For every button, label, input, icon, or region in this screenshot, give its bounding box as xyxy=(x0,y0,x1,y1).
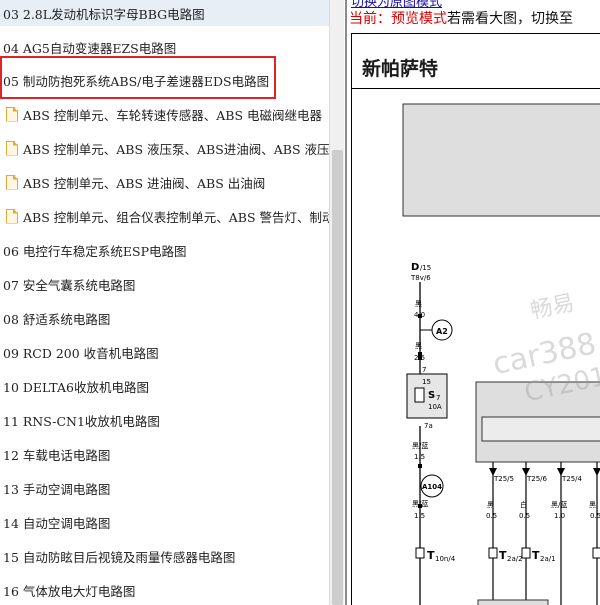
tree-item-label: ABS 控制单元、ABS 液压泵、ABS进油阀、ABS 液压 xyxy=(23,141,329,157)
connector-t10-symbol xyxy=(415,547,425,559)
pin-7a: 7a xyxy=(424,422,433,430)
tree-folder-item[interactable]: 12 车载电话电路图 xyxy=(0,437,329,471)
preview-pane: 切换为原图模式 当前：预览模式若需看大图，切换至 新帕萨特 D /15 T8v/… xyxy=(345,0,600,605)
size-10: 1.0 xyxy=(554,512,565,520)
tree-item-label: ABS 控制单元、组合仪表控制单元、ABS 警告灯、制动 xyxy=(23,209,329,225)
tree-item-label: 05 制动防抱死系统ABS/电子差速器EDS电路图 xyxy=(3,73,270,89)
color-hei: 黑 xyxy=(487,501,494,509)
status-text: 若需看大图，切换至 xyxy=(447,11,573,27)
wire-color: 黑 xyxy=(415,300,422,308)
tree-item-label: 09 RCD 200 收音机电路图 xyxy=(3,345,159,361)
color-hei: 黑 xyxy=(589,501,596,509)
tree-item-label: 15 自动防眩目后视镜及雨量传感器电路图 xyxy=(3,549,236,565)
diagram-sheet: 新帕萨特 D /15 T8v/6 黑 4.0 A2 黑 2.5 7 15 S 7… xyxy=(351,33,600,605)
size-05: 0.5 xyxy=(590,512,600,520)
t2a2-sub: 2a/2 xyxy=(507,555,523,563)
size-05: 0.5 xyxy=(519,512,530,520)
pin-t25-6: T25/6 xyxy=(526,475,548,483)
tree-item-label: 13 手动空调电路图 xyxy=(3,481,111,497)
tree-folder-item[interactable]: 16 气体放电大灯电路图 xyxy=(0,573,329,605)
tree-scrollbar[interactable] xyxy=(329,0,344,605)
tree-doc-item[interactable]: ABS 控制单元、组合仪表控制单元、ABS 警告灯、制动 xyxy=(0,199,329,233)
tree-folder-item[interactable]: 07 安全气囊系统电路图 xyxy=(0,267,329,301)
tree-item-label: 03 2.8L发动机标识字母BBG电路图 xyxy=(3,6,205,22)
tree-item-label: 07 安全气囊系统电路图 xyxy=(3,277,136,293)
tree-folder-item[interactable]: 08 舒适系统电路图 xyxy=(0,301,329,335)
tree-item-label: 11 RNS-CN1收放机电路图 xyxy=(3,413,160,429)
preview-status: 当前：预览模式若需看大图，切换至 xyxy=(349,8,573,28)
fuse-amp: 10A xyxy=(428,403,442,411)
document-icon xyxy=(6,106,18,122)
tree-item-label: 12 车载电话电路图 xyxy=(3,447,111,463)
wire-color: 黑 xyxy=(415,342,422,350)
control-unit-inner xyxy=(481,416,600,442)
tree-doc-item[interactable]: ABS 控制单元、ABS 进油阀、ABS 出油阀 xyxy=(0,165,329,199)
tree-item-label: 04 AG5自动变速器EZS电路图 xyxy=(3,40,177,56)
tree-folder-item[interactable]: 03 2.8L发动机标识字母BBG电路图 xyxy=(0,0,329,26)
connector-t2a1-symbol xyxy=(521,547,531,559)
t2a2-label: T xyxy=(499,549,507,562)
wire-size: 2.5 xyxy=(414,354,425,362)
a104-label: A104 xyxy=(422,483,442,491)
d-pin: T8v/6 xyxy=(410,274,431,282)
tree-folder-item[interactable]: 05 制动防抱死系统ABS/电子差速器EDS电路图 xyxy=(0,63,329,97)
color-bai: 白 xyxy=(520,500,527,509)
document-icon xyxy=(6,140,18,156)
size-05: 0.5 xyxy=(486,512,497,520)
t2a1-label: T xyxy=(532,549,540,562)
t10-sub: 10n/4 xyxy=(435,555,456,563)
pin-t25-5: T25/5 xyxy=(493,475,514,483)
scrollbar-thumb[interactable] xyxy=(332,150,343,605)
fuse-top: 15 xyxy=(422,378,431,386)
d-sub: /15 xyxy=(420,264,431,272)
wire-size: 1.5 xyxy=(414,512,425,520)
component-block-top xyxy=(402,103,600,217)
status-prefix: 当前：预览模式 xyxy=(349,11,447,27)
wire-color: 黑/蓝 xyxy=(412,499,428,508)
tree-item-label: 14 自动空调电路图 xyxy=(3,515,111,531)
t2a1-sub: 2a/1 xyxy=(540,555,556,563)
color-hei-lan: 黑/蓝 xyxy=(551,500,567,509)
tree-doc-item[interactable]: ABS 控制单元、ABS 液压泵、ABS进油阀、ABS 液压 xyxy=(0,131,329,165)
tree-item-label: 16 气体放电大灯电路图 xyxy=(3,583,136,599)
d-label: D xyxy=(411,262,419,273)
tree-folder-item[interactable]: 10 DELTA6收放机电路图 xyxy=(0,369,329,403)
wiring-diagram: D /15 T8v/6 黑 4.0 A2 黑 2.5 7 15 S 7 10A … xyxy=(402,103,600,605)
tree-folder-item[interactable]: 06 电控行车稳定系统ESP电路图 xyxy=(0,233,329,267)
splice-dot xyxy=(418,464,422,468)
pin-7: 7 xyxy=(422,366,426,374)
document-icon xyxy=(6,174,18,190)
tree-item-label: 08 舒适系统电路图 xyxy=(3,311,111,327)
pin-arrow xyxy=(593,468,600,476)
tree-folder-item[interactable]: 11 RNS-CN1收放机电路图 xyxy=(0,403,329,437)
tree-doc-item[interactable]: ABS 控制单元、车轮转速传感器、ABS 电磁阀继电器 xyxy=(0,97,329,131)
bottom-component-block xyxy=(477,599,549,605)
tree-folder-item[interactable]: 14 自动空调电路图 xyxy=(0,505,329,539)
a2-label: A2 xyxy=(436,327,448,336)
tree-folder-item[interactable]: 15 自动防眩目后视镜及雨量传感器电路图 xyxy=(0,539,329,573)
document-tree: 03 2.8L发动机标识字母BBG电路图 04 AG5自动变速器EZS电路图 05 … xyxy=(0,0,329,605)
connector-t2a2-symbol xyxy=(488,547,498,559)
document-icon xyxy=(6,208,18,224)
tree-folder-item[interactable]: 09 RCD 200 收音机电路图 xyxy=(0,335,329,369)
fuse-name: S xyxy=(428,390,435,401)
connector-symbol xyxy=(592,547,600,559)
tree-item-label: 10 DELTA6收放机电路图 xyxy=(3,379,149,395)
fuse-num: 7 xyxy=(436,394,440,402)
wire-size: 1.5 xyxy=(414,453,425,461)
t10-label: T xyxy=(427,549,435,562)
tree-folder-item[interactable]: 13 手动空调电路图 xyxy=(0,471,329,505)
tree-item-label: ABS 控制单元、车轮转速传感器、ABS 电磁阀继电器 xyxy=(23,107,322,123)
pin-t25-4: T25/4 xyxy=(561,475,583,483)
wire-size: 4.0 xyxy=(414,311,425,319)
fuse-symbol xyxy=(414,387,425,403)
tree-folder-item[interactable]: 04 AG5自动变速器EZS电路图 xyxy=(0,30,329,64)
tree-item-label: 06 电控行车稳定系统ESP电路图 xyxy=(3,243,187,259)
tree-item-label: ABS 控制单元、ABS 进油阀、ABS 出油阀 xyxy=(23,175,266,191)
wire-color: 黑/蓝 xyxy=(412,441,428,450)
